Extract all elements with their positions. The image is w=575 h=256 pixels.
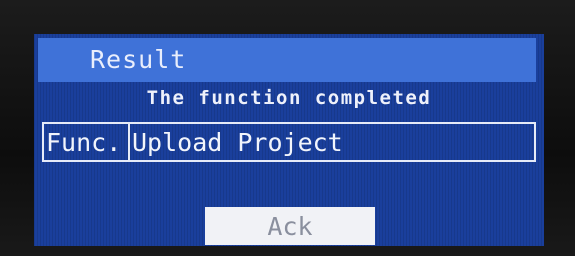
title-bar: Result xyxy=(38,38,536,82)
function-value: Upload Project xyxy=(132,127,343,157)
function-label: Func. xyxy=(44,124,130,160)
dialog-title: Result xyxy=(90,45,187,74)
ack-button[interactable]: Ack xyxy=(205,207,375,245)
status-message: The function completed xyxy=(146,87,432,109)
lcd-screen: Result The function completed Func. Uplo… xyxy=(34,34,544,246)
device-bezel: Result The function completed Func. Uplo… xyxy=(0,0,575,256)
function-row: Func. Upload Project xyxy=(42,122,536,162)
